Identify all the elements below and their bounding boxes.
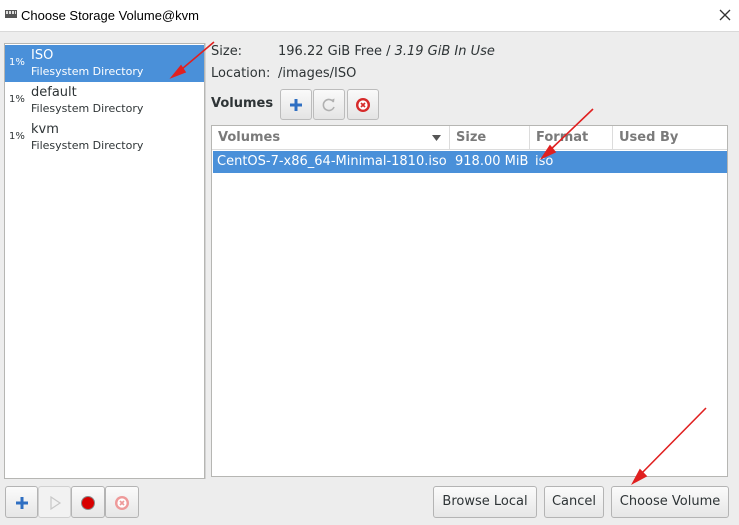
pool-name: kvm xyxy=(31,122,59,137)
add-pool-button[interactable] xyxy=(5,486,38,518)
add-volume-button[interactable] xyxy=(280,89,312,120)
size-free: 196.22 GiB Free / xyxy=(278,44,395,59)
plus-icon xyxy=(290,99,302,111)
column-header-size[interactable]: Size xyxy=(450,126,530,150)
pool-type: Filesystem Directory xyxy=(31,139,144,152)
pool-usage-percent: 1% xyxy=(9,57,25,68)
browse-local-button[interactable]: Browse Local xyxy=(433,486,537,518)
location-label: Location: xyxy=(211,66,271,81)
delete-icon xyxy=(115,496,129,510)
volumes-section-label: Volumes xyxy=(211,96,274,111)
location-value: /images/ISO xyxy=(278,66,357,81)
size-label: Size: xyxy=(211,44,243,59)
sort-descending-icon xyxy=(432,135,441,141)
table-row[interactable]: CentOS-7-x86_64-Minimal-1810.iso 918.00 … xyxy=(213,151,727,173)
play-icon xyxy=(50,495,62,511)
pool-item-default[interactable]: 1% default Filesystem Directory xyxy=(5,82,204,119)
pool-usage-percent: 1% xyxy=(9,131,25,142)
delete-pool-button[interactable] xyxy=(105,486,139,518)
column-header-volumes[interactable]: Volumes xyxy=(212,126,450,150)
stop-icon xyxy=(81,496,95,510)
refresh-volumes-button[interactable] xyxy=(313,89,345,120)
column-header-used-by[interactable]: Used By xyxy=(613,126,727,150)
pool-type: Filesystem Directory xyxy=(31,65,144,78)
pool-name: default xyxy=(31,85,77,100)
pool-item-iso[interactable]: 1% ISO Filesystem Directory xyxy=(5,45,204,82)
pool-item-kvm[interactable]: 1% kvm Filesystem Directory xyxy=(5,119,204,156)
volume-size-cell: 918.00 MiB xyxy=(455,154,529,169)
storage-pool-list[interactable]: 1% ISO Filesystem Directory 1% default F… xyxy=(4,43,205,479)
delete-icon xyxy=(356,98,370,112)
choose-volume-button[interactable]: Choose Volume xyxy=(611,486,729,518)
pool-type: Filesystem Directory xyxy=(31,102,144,115)
volume-table[interactable]: Volumes Size Format Used By CentOS-7-x86… xyxy=(211,125,728,477)
delete-volume-button[interactable] xyxy=(347,89,379,120)
cancel-button[interactable]: Cancel xyxy=(544,486,604,518)
app-icon xyxy=(5,10,17,18)
window-title: Choose Storage Volume@kvm xyxy=(21,8,199,23)
column-header-label: Volumes xyxy=(218,130,281,145)
volume-name-cell: CentOS-7-x86_64-Minimal-1810.iso xyxy=(217,154,447,169)
close-button[interactable] xyxy=(714,4,736,26)
pool-name: ISO xyxy=(31,48,54,63)
pool-usage-percent: 1% xyxy=(9,94,25,105)
refresh-icon xyxy=(322,98,335,112)
stop-pool-button[interactable] xyxy=(71,486,105,518)
column-header-format[interactable]: Format xyxy=(530,126,613,150)
pane-divider[interactable] xyxy=(205,43,206,479)
size-in-use: 3.19 GiB In Use xyxy=(394,44,495,59)
plus-icon xyxy=(16,497,28,509)
volume-format-cell: iso xyxy=(535,154,554,169)
size-value: 196.22 GiB Free / 3.19 GiB In Use xyxy=(278,44,495,59)
start-pool-button[interactable] xyxy=(38,486,71,518)
close-icon xyxy=(719,9,731,21)
title-bar: Choose Storage Volume@kvm xyxy=(0,0,739,32)
